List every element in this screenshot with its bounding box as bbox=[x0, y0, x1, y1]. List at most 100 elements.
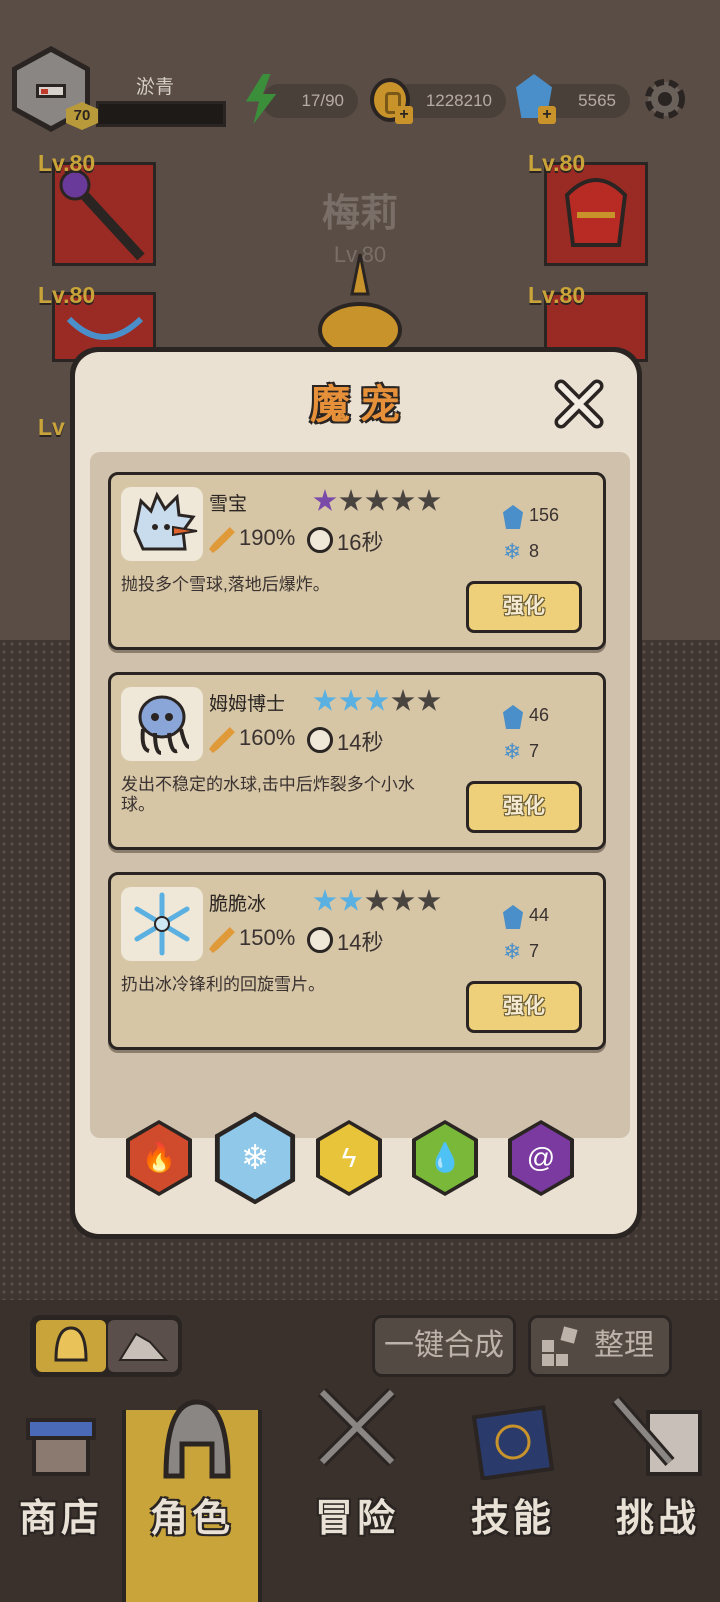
modal-title: 魔宠 bbox=[310, 383, 410, 427]
pet-description: 抛投多个雪球,落地后爆炸。 bbox=[121, 575, 330, 594]
snowflake-cost-icon: ❄ bbox=[503, 539, 522, 564]
star-icon bbox=[391, 889, 415, 911]
star-icon bbox=[313, 889, 337, 911]
helmet-icon bbox=[564, 178, 628, 247]
pet-portrait bbox=[121, 487, 203, 561]
swords-icon bbox=[317, 1387, 397, 1467]
nav-adventure[interactable]: 冒险 bbox=[282, 1387, 432, 1602]
sort-icon bbox=[542, 1326, 578, 1366]
pet-stars bbox=[313, 889, 443, 918]
equipment-level: Lv.80 bbox=[38, 150, 96, 176]
star-icon bbox=[313, 689, 337, 711]
pet-gem-cost: 156 bbox=[529, 505, 560, 525]
pet-gem-cost: 46 bbox=[529, 705, 550, 725]
upgrade-button[interactable]: 强化 bbox=[466, 981, 582, 1033]
pet-ice-cost: 7 bbox=[529, 941, 540, 961]
sort-button-label: 整理 bbox=[594, 1329, 654, 1362]
pet-stars bbox=[313, 489, 443, 518]
pet-cooldown: 16秒 bbox=[337, 530, 384, 555]
add-gold-icon[interactable]: + bbox=[395, 106, 413, 124]
cooldown-icon bbox=[307, 527, 333, 553]
pet-ice-cost: 8 bbox=[529, 541, 540, 561]
attack-icon bbox=[209, 727, 235, 753]
snowman-pet-icon bbox=[133, 491, 198, 551]
gem-cost-icon bbox=[503, 705, 523, 729]
upgrade-button[interactable]: 强化 bbox=[466, 781, 582, 833]
hero-name: 梅莉 bbox=[321, 193, 398, 235]
gear-icon[interactable] bbox=[640, 72, 690, 126]
toggle-material-view[interactable] bbox=[108, 1320, 178, 1372]
star-icon bbox=[339, 689, 363, 711]
octopus-pet-icon bbox=[138, 695, 190, 755]
snowflake-cost-icon: ❄ bbox=[503, 739, 522, 764]
pet-gem-cost: 44 bbox=[529, 905, 550, 925]
star-icon bbox=[417, 489, 441, 511]
pet-cooldown: 14秒 bbox=[337, 730, 384, 755]
nav-label: 商店 bbox=[18, 1498, 103, 1540]
add-gem-icon[interactable]: + bbox=[538, 106, 556, 124]
star-icon bbox=[391, 489, 415, 511]
equipment-level: Lv.80 bbox=[38, 282, 96, 308]
pet-cooldown: 14秒 bbox=[337, 930, 384, 955]
nav-character[interactable]: 角色 bbox=[122, 1399, 262, 1602]
close-icon[interactable] bbox=[553, 378, 605, 430]
gem-cost-icon bbox=[503, 905, 523, 929]
snowflake-cost-icon: ❄ bbox=[503, 939, 522, 964]
staff-icon bbox=[59, 169, 145, 261]
player-name: 淤青 bbox=[135, 77, 174, 98]
star-icon bbox=[365, 489, 389, 511]
rock-icon bbox=[118, 1332, 169, 1361]
equipment-slot-helmet[interactable] bbox=[544, 162, 648, 266]
pet-name: 脆脆冰 bbox=[209, 894, 267, 915]
star-icon bbox=[339, 489, 363, 511]
helmet-toggle-icon bbox=[54, 1326, 88, 1362]
xp-bar bbox=[96, 101, 226, 127]
pet-portrait bbox=[121, 887, 203, 961]
nav-skills[interactable]: 技能 bbox=[452, 1405, 574, 1602]
battery-icon bbox=[36, 84, 66, 98]
attack-icon bbox=[209, 527, 235, 553]
nav-label: 冒险 bbox=[314, 1498, 399, 1540]
equipment-level: Lv.80 bbox=[528, 150, 586, 176]
star-icon bbox=[417, 889, 441, 911]
nav-challenge[interactable]: 挑战 bbox=[596, 1396, 720, 1602]
star-icon bbox=[339, 889, 363, 911]
snowflake-pet-icon bbox=[134, 892, 190, 956]
pet-name: 雪宝 bbox=[209, 494, 248, 515]
pet-stars bbox=[313, 689, 443, 718]
toggle-equipment-view[interactable] bbox=[36, 1320, 106, 1372]
star-icon bbox=[391, 689, 415, 711]
equipment-level: Lv.80 bbox=[528, 282, 586, 308]
gem-cost-icon bbox=[503, 505, 523, 529]
attack-icon bbox=[209, 927, 235, 953]
sword-scroll-icon bbox=[611, 1396, 702, 1476]
equipment-level: Lv bbox=[38, 414, 65, 440]
nav-label: 挑战 bbox=[615, 1498, 700, 1540]
nav-label: 角色 bbox=[149, 1498, 234, 1540]
pet-card: 姆姆博士 160% 14秒 46 ❄ 7 发出不稳定的水球,击中后炸裂多个小水球… bbox=[108, 672, 606, 850]
merge-all-button[interactable]: 一键合成 bbox=[372, 1315, 516, 1377]
hero-crown-icon bbox=[318, 253, 402, 350]
star-icon bbox=[313, 489, 337, 511]
star-icon bbox=[365, 689, 389, 711]
pet-attack: 190% bbox=[239, 525, 296, 550]
pet-portrait bbox=[121, 687, 203, 761]
pet-name: 姆姆博士 bbox=[209, 694, 286, 715]
helmet-icon bbox=[163, 1399, 231, 1479]
pet-description: 扔出冰冷锋利的回旋雪片。 bbox=[121, 975, 325, 994]
equipment-slot-staff[interactable] bbox=[52, 162, 156, 266]
pet-card: 脆脆冰 150% 14秒 44 ❄ 7 扔出冰冷锋利的回旋雪片。 强化 bbox=[108, 872, 606, 1050]
cooldown-icon bbox=[307, 727, 333, 753]
spellbook-icon bbox=[471, 1405, 555, 1480]
pet-card: 雪宝 190% 16秒 156 ❄ 8 抛投多个雪球,落地后爆炸。 强化 bbox=[108, 472, 606, 650]
star-icon bbox=[365, 889, 389, 911]
shop-icon bbox=[26, 1418, 96, 1476]
star-icon bbox=[417, 689, 441, 711]
pet-ice-cost: 7 bbox=[529, 741, 540, 761]
energy-counter: 17/90 bbox=[262, 84, 358, 118]
nav-shop[interactable]: 商店 bbox=[0, 1410, 122, 1602]
upgrade-button[interactable]: 强化 bbox=[466, 581, 582, 633]
nav-label: 技能 bbox=[470, 1498, 555, 1540]
pet-attack: 160% bbox=[239, 725, 296, 750]
pet-description: 发出不稳定的水球,击中后炸裂多个小水球。 bbox=[121, 775, 415, 814]
